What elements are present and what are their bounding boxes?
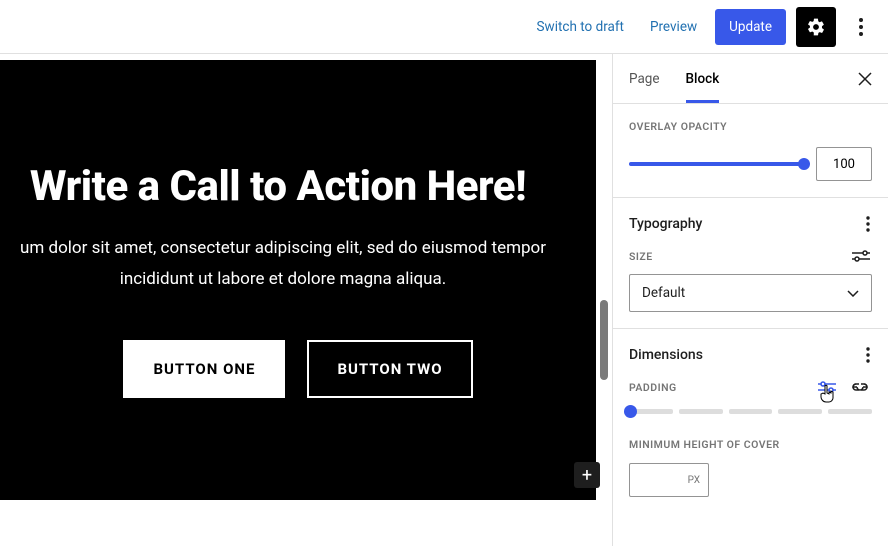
sliders-icon (818, 381, 836, 393)
button-one[interactable]: BUTTON ONE (123, 340, 285, 398)
scrollbar-thumb[interactable] (600, 300, 608, 380)
gear-icon (806, 17, 826, 37)
sidebar-tabs: Page Block (613, 54, 888, 104)
size-select[interactable]: Default (629, 274, 872, 312)
tab-page[interactable]: Page (629, 55, 660, 103)
overlay-opacity-input[interactable] (816, 147, 872, 181)
editor-canvas-wrap: Write a Call to Action Here! um dolor si… (0, 54, 612, 546)
dimensions-title: Dimensions (629, 347, 703, 363)
min-height-unit: PX (688, 475, 700, 486)
padding-slider[interactable] (629, 409, 872, 414)
dimensions-panel: Dimensions PADDING (613, 329, 888, 513)
overlay-opacity-panel: OVERLAY OPACITY (613, 104, 888, 198)
preview-button[interactable]: Preview (642, 13, 705, 41)
heading[interactable]: Write a Call to Action Here! (30, 162, 526, 211)
settings-button[interactable] (796, 7, 836, 47)
padding-custom-button[interactable] (816, 379, 838, 395)
overlay-opacity-slider[interactable] (629, 162, 804, 166)
cover-block[interactable]: Write a Call to Action Here! um dolor si… (0, 60, 596, 500)
dimensions-more-button[interactable] (864, 345, 872, 365)
tab-block[interactable]: Block (686, 55, 720, 103)
slider-thumb[interactable] (798, 158, 810, 170)
padding-segment[interactable] (629, 409, 673, 414)
chevron-down-icon (847, 290, 859, 297)
close-icon (858, 72, 872, 86)
min-height-input[interactable]: PX (629, 463, 709, 497)
update-button[interactable]: Update (715, 9, 786, 45)
more-options-button[interactable] (846, 7, 876, 47)
padding-segment[interactable] (679, 409, 723, 414)
min-height-label: MINIMUM HEIGHT OF COVER (629, 438, 872, 451)
padding-segment[interactable] (778, 409, 822, 414)
buttons-row: BUTTON ONE BUTTON TWO (123, 340, 472, 398)
link-icon (850, 382, 870, 392)
more-vertical-icon (859, 18, 863, 36)
plus-icon: + (582, 465, 592, 486)
settings-sidebar: Page Block OVERLAY OPACITY Typography (612, 54, 888, 546)
size-label: SIZE (629, 250, 653, 263)
padding-link-button[interactable] (848, 380, 872, 394)
typography-panel: Typography SIZE Default (613, 198, 888, 329)
more-vertical-icon (866, 216, 870, 232)
padding-segment[interactable] (828, 409, 872, 414)
sliders-icon (852, 250, 870, 262)
padding-segment[interactable] (729, 409, 773, 414)
more-vertical-icon (866, 347, 870, 363)
typography-more-button[interactable] (864, 214, 872, 234)
size-settings-button[interactable] (850, 248, 872, 264)
top-toolbar: Switch to draft Preview Update (0, 0, 888, 54)
canvas-scrollbar[interactable] (596, 60, 612, 500)
close-sidebar-button[interactable] (858, 72, 872, 86)
switch-to-draft-button[interactable]: Switch to draft (529, 13, 632, 41)
button-two[interactable]: BUTTON TWO (307, 340, 472, 398)
size-select-value: Default (642, 285, 685, 301)
paragraph[interactable]: um dolor sit amet, consectetur adipiscin… (3, 233, 563, 294)
padding-label: PADDING (629, 381, 677, 394)
main-area: Write a Call to Action Here! um dolor si… (0, 54, 888, 546)
typography-title: Typography (629, 216, 702, 232)
overlay-opacity-label: OVERLAY OPACITY (629, 120, 872, 133)
